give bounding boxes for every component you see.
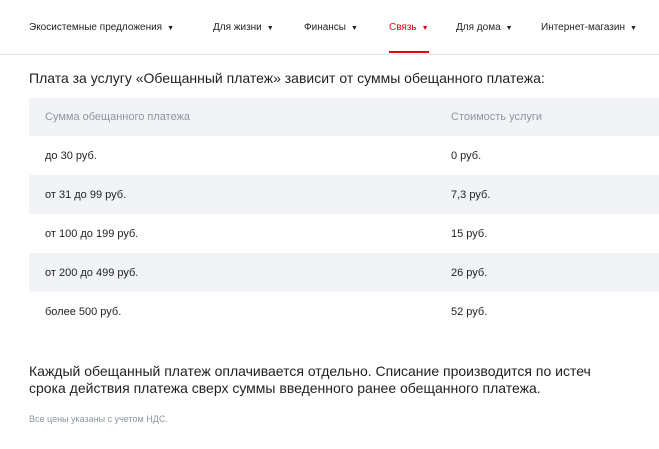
chevron-down-icon: ▼ bbox=[421, 25, 429, 32]
column-header-cost: Стоимость услуги bbox=[451, 111, 543, 123]
intro-text: Плата за услугу «Обещанный платеж» завис… bbox=[29, 70, 545, 86]
cost-cell: 7,3 руб. bbox=[451, 188, 491, 201]
table-row: более 500 руб. 52 руб. bbox=[29, 292, 659, 331]
table-header-row: Сумма обещанного платежа Стоимость услуг… bbox=[29, 98, 659, 136]
top-navigation: Экосистемные предложения ▼ Для жизни ▼ Ф… bbox=[0, 0, 659, 55]
amount-cell: от 100 до 199 руб. bbox=[45, 227, 139, 240]
cost-cell: 26 руб. bbox=[451, 266, 488, 279]
chevron-down-icon: ▼ bbox=[167, 25, 175, 32]
vat-disclaimer: Все цены указаны с учетом НДС. bbox=[29, 414, 168, 424]
nav-item-online-store[interactable]: Интернет-магазин ▼ bbox=[541, 0, 637, 55]
payment-note-line: срока действия платежа сверх суммы введе… bbox=[29, 380, 541, 396]
amount-cell: до 30 руб. bbox=[45, 149, 97, 162]
amount-cell: от 31 до 99 руб. bbox=[45, 188, 127, 201]
nav-item-finance[interactable]: Финансы ▼ bbox=[304, 0, 358, 55]
nav-item-label: Финансы bbox=[304, 22, 346, 33]
nav-item-connection[interactable]: Связь ▼ bbox=[389, 0, 429, 55]
chevron-down-icon: ▼ bbox=[266, 25, 274, 32]
payment-note: Каждый обещанный платеж оплачивается отд… bbox=[29, 363, 659, 397]
cost-cell: 52 руб. bbox=[451, 305, 488, 318]
table-row: от 31 до 99 руб. 7,3 руб. bbox=[29, 175, 659, 214]
nav-item-for-life[interactable]: Для жизни ▼ bbox=[213, 0, 274, 55]
chevron-down-icon: ▼ bbox=[350, 25, 358, 32]
chevron-down-icon: ▼ bbox=[505, 25, 513, 32]
amount-cell: более 500 руб. bbox=[45, 305, 122, 318]
table-row: от 100 до 199 руб. 15 руб. bbox=[29, 214, 659, 253]
nav-item-label: Для жизни bbox=[213, 22, 262, 33]
nav-item-ecosystem[interactable]: Экосистемные предложения ▼ bbox=[29, 0, 174, 55]
payment-note-line: Каждый обещанный платеж оплачивается отд… bbox=[29, 363, 591, 379]
nav-item-home[interactable]: Для дома ▼ bbox=[456, 0, 513, 55]
nav-item-label: Интернет-магазин bbox=[541, 22, 625, 33]
pricing-table: Сумма обещанного платежа Стоимость услуг… bbox=[29, 98, 659, 331]
nav-item-label: Связь bbox=[389, 22, 417, 33]
nav-item-label: Экосистемные предложения bbox=[29, 22, 163, 33]
cost-cell: 15 руб. bbox=[451, 227, 488, 240]
table-row: от 200 до 499 руб. 26 руб. bbox=[29, 253, 659, 292]
amount-cell: от 200 до 499 руб. bbox=[45, 266, 139, 279]
chevron-down-icon: ▼ bbox=[629, 25, 637, 32]
table-row: до 30 руб. 0 руб. bbox=[29, 136, 659, 175]
cost-cell: 0 руб. bbox=[451, 149, 482, 162]
column-header-amount: Сумма обещанного платежа bbox=[45, 111, 191, 123]
nav-item-label: Для дома bbox=[456, 22, 501, 33]
